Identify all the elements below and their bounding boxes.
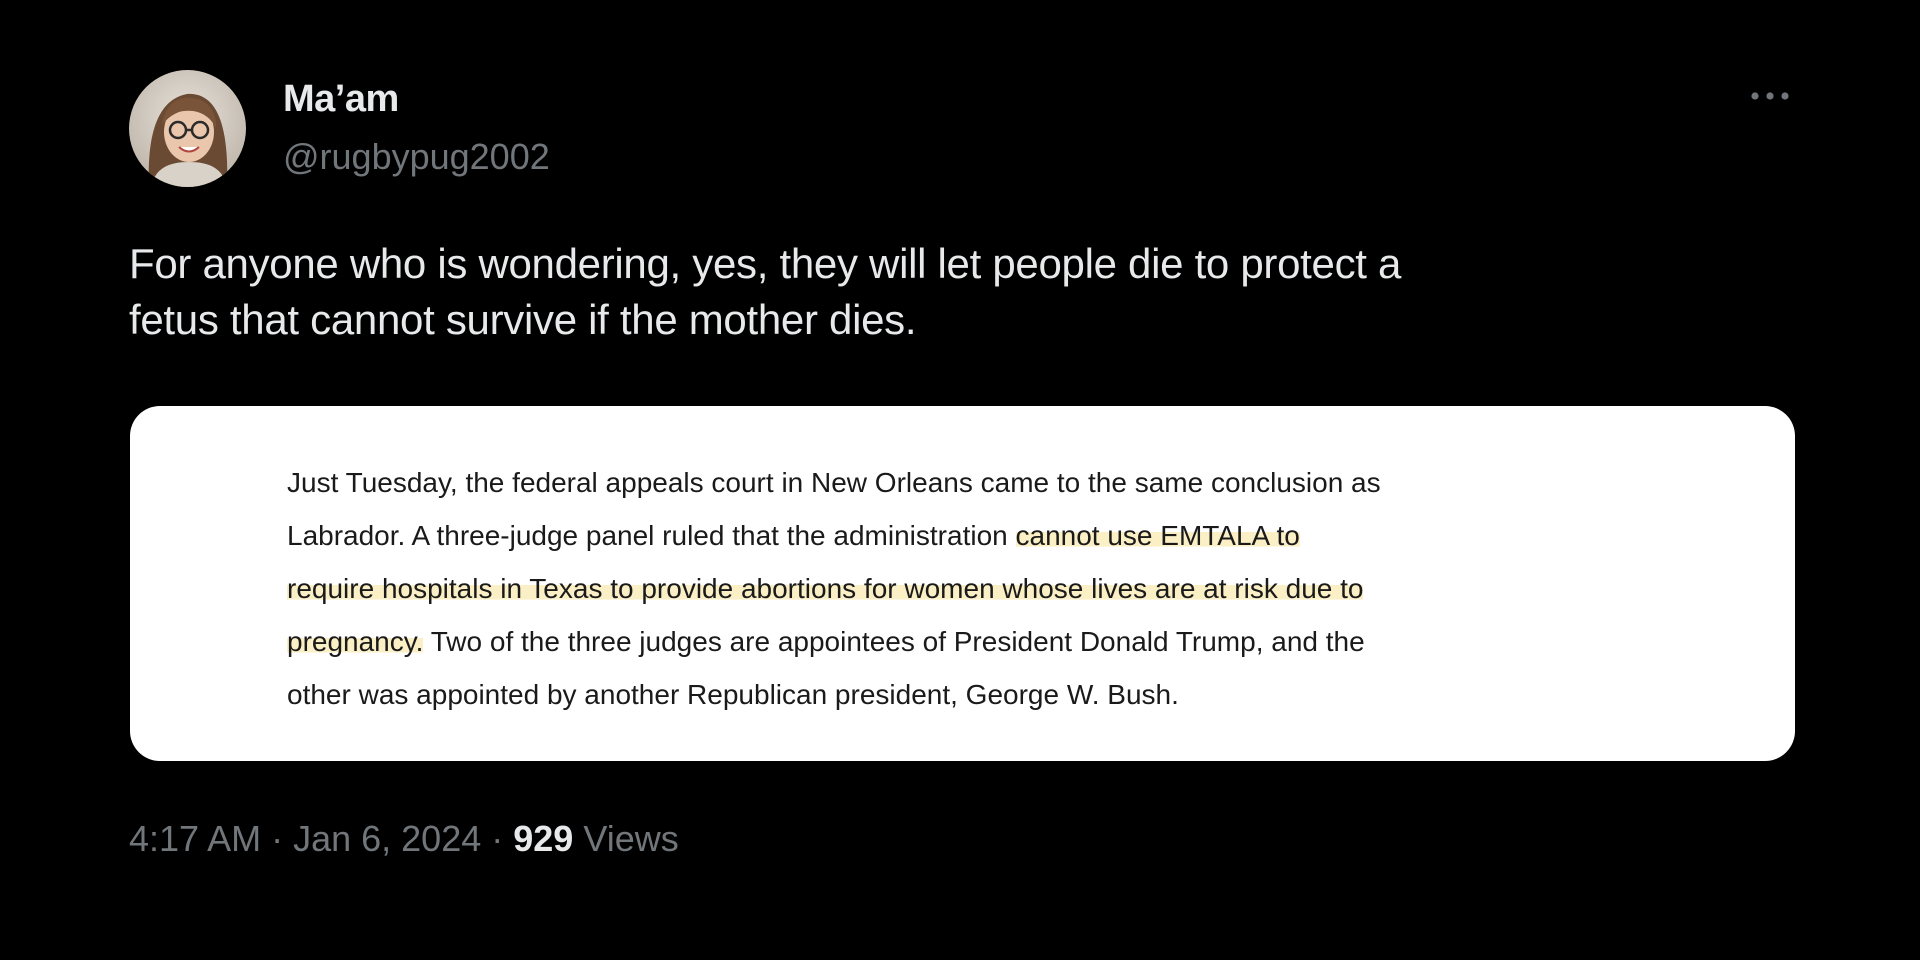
excerpt-line: other was appointed by another Republica… <box>287 679 1179 710</box>
excerpt-line: require hospitals in Texas to provide ab… <box>287 562 1381 615</box>
display-name[interactable]: Ma’am <box>283 78 399 121</box>
profile-photo-icon <box>129 70 246 187</box>
excerpt-line: Just Tuesday, the federal appeals court … <box>287 467 1381 498</box>
excerpt-text: Labrador. A three-judge panel ruled that… <box>287 520 1016 551</box>
separator: · <box>261 818 294 859</box>
avatar[interactable] <box>129 70 246 187</box>
more-options-button[interactable] <box>1742 78 1798 114</box>
views-label: Views <box>573 818 679 859</box>
excerpt-highlight: pregnancy. <box>287 626 424 657</box>
ellipsis-horizontal-icon <box>1751 92 1789 100</box>
tweet-time[interactable]: 4:17 AM <box>129 818 261 859</box>
tweet: Ma’am @rugbypug2002 For anyone who is wo… <box>0 0 1920 960</box>
tweet-text: For anyone who is wondering, yes, they w… <box>129 236 1769 348</box>
tweet-metadata: 4:17 AM · Jan 6, 2024 · 929 Views <box>129 818 679 860</box>
excerpt-highlight: require hospitals in Texas to provide ab… <box>287 573 1364 604</box>
excerpt-line: Labrador. A three-judge panel ruled that… <box>287 509 1381 562</box>
excerpt-line: pregnancy. Two of the three judges are a… <box>287 615 1381 668</box>
separator: · <box>481 818 514 859</box>
tweet-date[interactable]: Jan 6, 2024 <box>293 818 481 859</box>
excerpt-text: Two of the three judges are appointees o… <box>423 626 1365 657</box>
user-handle[interactable]: @rugbypug2002 <box>283 136 550 178</box>
views-count: 929 <box>513 818 574 859</box>
article-excerpt: Just Tuesday, the federal appeals court … <box>287 456 1381 721</box>
tweet-text-line: fetus that cannot survive if the mother … <box>129 296 917 343</box>
media-image[interactable]: Just Tuesday, the federal appeals court … <box>130 406 1795 761</box>
tweet-text-line: For anyone who is wondering, yes, they w… <box>129 240 1402 287</box>
excerpt-highlight: cannot use EMTALA to <box>1015 520 1300 551</box>
